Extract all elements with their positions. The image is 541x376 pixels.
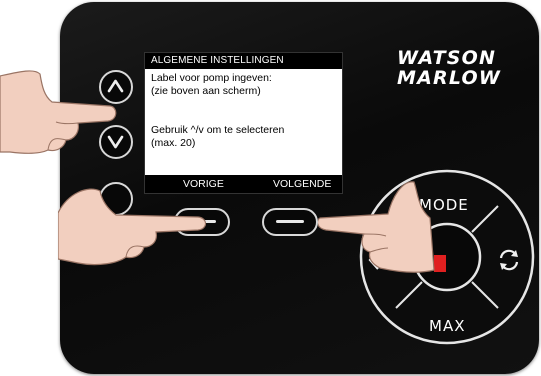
softkey-right-button[interactable] bbox=[262, 208, 318, 236]
brand-logo: WATSON MARLOW bbox=[397, 48, 501, 88]
pointing-hand-top bbox=[0, 70, 117, 154]
pointing-hand-right bbox=[318, 181, 435, 273]
screen-line-4: (max. 20) bbox=[151, 137, 196, 149]
brand-line-1: WATSON bbox=[397, 47, 497, 69]
screen-line-1: Label voor pomp ingeven: bbox=[151, 72, 272, 84]
max-button[interactable]: MAX bbox=[429, 317, 465, 335]
softkey-right-bar bbox=[276, 220, 304, 223]
rotate-icon[interactable] bbox=[494, 245, 524, 275]
brand-line-2: MARLOW bbox=[397, 67, 501, 89]
screen-line-2: (zie boven aan scherm) bbox=[151, 85, 261, 97]
pump-interface: ALGEMENE INSTELLINGEN Label voor pomp in… bbox=[0, 0, 541, 376]
lcd-screen: ALGEMENE INSTELLINGEN Label voor pomp in… bbox=[144, 52, 343, 194]
screen-title: ALGEMENE INSTELLINGEN bbox=[145, 53, 342, 69]
pointing-hand-left bbox=[58, 188, 207, 266]
screen-line-3: Gebruik ^/v om te selecteren bbox=[151, 124, 285, 136]
